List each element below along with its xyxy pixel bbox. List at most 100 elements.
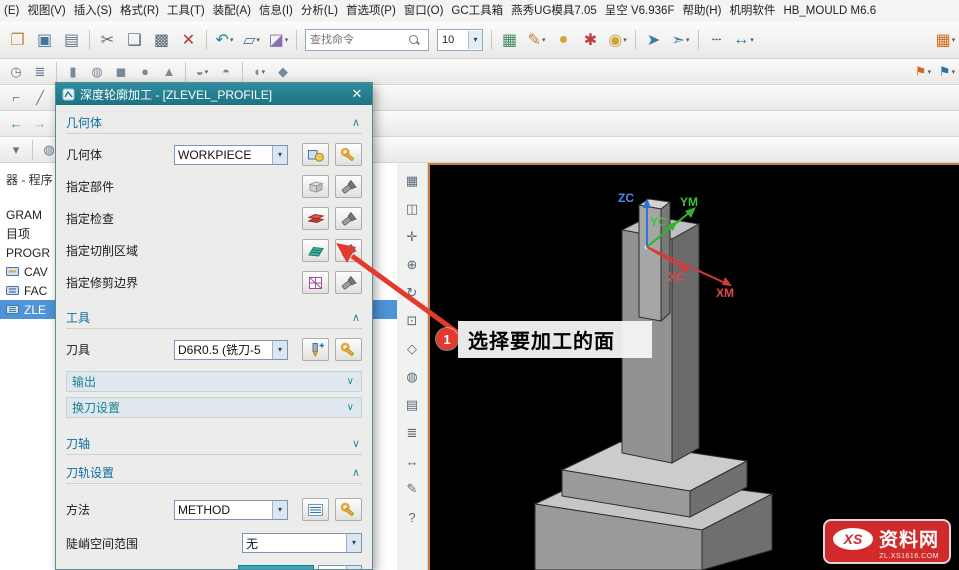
delete-icon[interactable]: ✕ — [176, 27, 201, 53]
print-icon[interactable]: ▤ — [59, 27, 84, 53]
sphere-tool-icon[interactable]: ● — [551, 27, 576, 53]
dropdown-arrow-icon[interactable]: ▾ — [230, 36, 234, 44]
pan-icon[interactable]: ✛ — [401, 226, 423, 248]
dropdown-arrow-icon[interactable]: ▾ — [686, 36, 690, 44]
menu-analysis[interactable]: 分析(L) — [297, 0, 342, 22]
chevron-up-icon[interactable]: ∧ — [352, 466, 362, 479]
edit-tool-button[interactable] — [335, 338, 362, 361]
dropdown-arrow-icon[interactable]: ▾ — [205, 68, 209, 76]
annotate-icon[interactable]: ✎ — [401, 478, 423, 500]
paste-icon[interactable]: ▩ — [149, 27, 174, 53]
chevron-up-icon[interactable]: ∧ — [352, 311, 362, 324]
menu-jiming-software[interactable]: 机明软件 — [725, 0, 779, 22]
revolve-icon[interactable]: ◍ — [86, 61, 108, 83]
ball-mill-icon[interactable]: ◉ ▾ — [605, 27, 630, 53]
forward-icon[interactable]: → — [29, 113, 51, 135]
new-tool-button[interactable] — [302, 338, 329, 361]
geometry-section-header[interactable]: 几何体 ∧ — [66, 111, 362, 134]
menu-hb-mould[interactable]: HB_MOULD M6.6 — [779, 0, 880, 22]
undo-icon[interactable]: ↶ ▾ — [212, 27, 237, 53]
dropdown-arrow-icon[interactable]: ▾ — [623, 36, 627, 44]
specify-cut-area-button[interactable] — [302, 239, 329, 262]
command-finder[interactable] — [305, 29, 429, 51]
open-icon[interactable]: ❐ — [5, 27, 30, 53]
edit-method-button[interactable] — [302, 498, 329, 521]
edge-blend-icon[interactable]: ◖ ▾ — [248, 61, 270, 83]
specify-check-button[interactable] — [302, 207, 329, 230]
graphics-viewport[interactable]: ZC YM YC XC XM XS 资料网 ZL.XS1616.COM — [428, 163, 959, 570]
menu-plugin-v6936f[interactable]: 呈空 V6.936F — [601, 0, 679, 22]
window-grid-icon[interactable]: ▦ ▾ — [933, 27, 958, 53]
merge-distance-input[interactable] — [238, 565, 314, 569]
chevron-down-icon[interactable]: ▾ — [272, 500, 287, 519]
tool-combo[interactable]: D6R0.5 (铣刀-5 ▾ — [174, 339, 288, 360]
menu-help[interactable]: 帮助(H) — [678, 0, 725, 22]
dashed-line-icon[interactable]: ┄ — [704, 27, 729, 53]
dropdown-arrow-icon[interactable]: ▾ — [952, 68, 956, 76]
close-icon[interactable]: ✕ — [348, 86, 366, 102]
subtract-icon[interactable]: ◓ — [215, 61, 237, 83]
dropdown-arrow-icon[interactable]: ▾ — [928, 68, 932, 76]
geometry-combo[interactable]: WORKPIECE ▾ — [174, 144, 288, 165]
display-check-button[interactable] — [335, 207, 362, 230]
chevron-down-icon[interactable]: ∨ — [352, 437, 362, 450]
cut-icon[interactable]: ✂ — [95, 27, 120, 53]
menu-window[interactable]: 窗口(O) — [400, 0, 448, 22]
specify-trim-boundary-button[interactable] — [302, 271, 329, 294]
chevron-down-icon[interactable]: ▾ — [272, 145, 287, 164]
snapshot-icon[interactable]: ◷ — [5, 61, 27, 83]
shade-mode-icon[interactable]: ◍ — [401, 366, 423, 388]
dropdown-arrow-icon[interactable]: ▾ — [285, 36, 289, 44]
line-icon[interactable]: ╱ — [29, 87, 51, 109]
tool-change-subsection[interactable]: 换刀设置 ∨ — [66, 397, 362, 418]
tool-section-header[interactable]: 工具 ∧ — [66, 306, 362, 329]
menu-view[interactable]: 视图(V) — [23, 0, 69, 22]
display-trim-boundary-button[interactable] — [335, 271, 362, 294]
menu-insert[interactable]: 插入(S) — [70, 0, 116, 22]
layer-visibility-icon[interactable]: ≣ — [401, 422, 423, 444]
output-subsection[interactable]: 输出 ∨ — [66, 371, 362, 392]
save-icon[interactable]: ▣ — [32, 27, 57, 53]
method-combo[interactable]: METHOD ▾ — [174, 499, 288, 520]
point-arrow-icon[interactable]: ➤ — [641, 27, 666, 53]
command-finder-input[interactable] — [308, 33, 408, 47]
edit-geometry-button[interactable] — [302, 143, 329, 166]
new-geometry-button[interactable] — [335, 143, 362, 166]
dropdown-arrow-icon[interactable]: ▾ — [256, 36, 260, 44]
flag-orange-icon[interactable]: ⚑ ▾ — [912, 61, 934, 83]
display-cut-area-button[interactable] — [335, 239, 362, 262]
tool-axis-section-header[interactable]: 刀轴 ∨ — [66, 432, 362, 455]
back-icon[interactable]: ← — [5, 113, 27, 135]
layer-select[interactable]: 10 ▾ — [437, 29, 483, 51]
path-settings-section-header[interactable]: 刀轨设置 ∧ — [66, 461, 362, 484]
measure-distance-icon[interactable]: ↔ — [401, 450, 423, 472]
orient-icon[interactable]: ◇ — [401, 338, 423, 360]
block-icon[interactable]: ◼ — [110, 61, 132, 83]
dialog-title-bar[interactable]: 深度轮廓加工 - [ZLEVEL_PROFILE] ✕ — [56, 83, 372, 105]
dropdown-arrow-icon[interactable]: ▾ — [750, 36, 754, 44]
boolean-icon[interactable]: ✱ — [578, 27, 603, 53]
new-method-button[interactable] — [335, 498, 362, 521]
menu-assemblies[interactable]: 装配(A) — [209, 0, 255, 22]
chevron-down-icon[interactable]: ▾ — [272, 340, 287, 359]
profile-icon[interactable]: ⌐ — [5, 87, 27, 109]
chevron-down-icon[interactable]: ▾ — [346, 534, 361, 552]
search-icon[interactable] — [408, 34, 420, 46]
menu-edit[interactable]: (E) — [0, 0, 23, 22]
specify-part-button[interactable] — [302, 175, 329, 198]
chevron-down-icon[interactable]: ▾ — [468, 31, 482, 49]
chevron-down-icon[interactable]: ▾ — [346, 566, 361, 569]
curve-icon[interactable]: ✎ ▾ — [524, 27, 549, 53]
menu-preferences[interactable]: 首选项(P) — [342, 0, 400, 22]
menu-gc-toolbox[interactable]: GC工具箱 — [447, 0, 507, 22]
dropdown-arrow-icon[interactable]: ▾ — [262, 68, 266, 76]
rotate-icon[interactable]: ↻ — [401, 282, 423, 304]
chevron-down-icon[interactable]: ∨ — [347, 402, 356, 413]
datum-plane-icon[interactable]: ◪ ▾ — [266, 27, 291, 53]
steep-containment-combo[interactable]: 无 ▾ — [242, 533, 362, 553]
menu-yanxiu-mold[interactable]: 燕秀UG模具7.05 — [507, 0, 601, 22]
merge-distance-unit-combo[interactable]: ▾ — [318, 565, 362, 569]
display-part-button[interactable] — [335, 175, 362, 198]
zoom-icon[interactable]: ⊕ — [401, 254, 423, 276]
model-3d[interactable] — [430, 165, 959, 570]
